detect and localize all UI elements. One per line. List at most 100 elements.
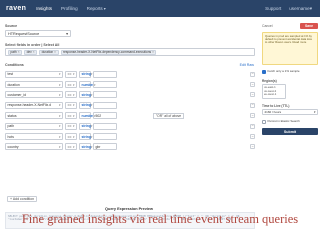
remove-condition-icon[interactable]: −: [250, 113, 255, 119]
condition-row: path ▾ == ▾ string ▾ −: [5, 122, 255, 130]
field-select[interactable]: hots ▾: [5, 133, 63, 141]
value-input[interactable]: [93, 101, 117, 109]
chevron-down-icon: ▾: [58, 92, 61, 97]
value-input[interactable]: 502: [93, 112, 117, 120]
field-value: country: [7, 144, 19, 149]
field-chip[interactable]: duration ×: [39, 49, 59, 55]
type-select[interactable]: string ▾: [79, 122, 92, 130]
operator-select[interactable]: == ▾: [65, 133, 77, 141]
close-icon[interactable]: ×: [54, 50, 56, 54]
chevron-down-icon: ▾: [58, 72, 61, 77]
value-input[interactable]: gbr: [93, 143, 117, 151]
submit-button[interactable]: Submit: [262, 128, 318, 135]
field-value: hots: [7, 134, 14, 139]
operator-value: ==: [67, 113, 72, 118]
chevron-down-icon: ▾: [103, 6, 106, 11]
value-input[interactable]: [93, 81, 117, 89]
chevron-down-icon: ▾: [72, 113, 75, 118]
persist-toggle[interactable]: Persist in Elastic Search: [262, 119, 318, 124]
chevron-down-icon: ▾: [72, 124, 75, 129]
field-value: path: [7, 124, 15, 129]
source-value: HTRequestSource: [8, 31, 40, 36]
app-logo[interactable]: raven: [6, 5, 26, 12]
nav-item-support[interactable]: Support: [265, 6, 281, 11]
user-menu[interactable]: username ▾: [289, 6, 312, 12]
add-condition-button[interactable]: + Add condition: [7, 196, 38, 202]
type-select[interactable]: string ▾: [79, 143, 92, 151]
fields-multiselect[interactable]: path × dev × duration × response-header-X-N…: [5, 48, 255, 56]
field-chip[interactable]: dev ×: [24, 49, 38, 55]
region-option[interactable]: eu-west-1: [264, 93, 284, 97]
field-select[interactable]: response-header-X-NetFlix.d ▾: [5, 101, 63, 109]
remove-condition-icon[interactable]: −: [250, 71, 255, 77]
cancel-button[interactable]: Cancel: [262, 24, 273, 28]
remove-condition-icon[interactable]: −: [250, 102, 255, 108]
operator-value: ==: [67, 144, 72, 149]
condition-row: hots ▾ == ▾ string ▾ −: [5, 132, 255, 141]
remove-condition-icon[interactable]: −: [250, 82, 255, 88]
operator-select[interactable]: == ▾: [65, 70, 77, 78]
or-group-toggle[interactable]: "OR" all of above: [153, 112, 185, 119]
chevron-down-icon: ▾: [72, 92, 75, 97]
nav-right: Support username ▾: [265, 6, 312, 12]
field-chip[interactable]: response-header-X-NetFlix-dependency-com…: [60, 49, 157, 55]
type-select[interactable]: string ▾: [79, 91, 92, 99]
close-icon[interactable]: ×: [33, 50, 35, 54]
close-icon[interactable]: ×: [18, 50, 20, 54]
operator-select[interactable]: == ▾: [65, 81, 77, 89]
source-label: Source: [5, 24, 18, 28]
query-editor: Source HTRequestSource ▾ Select fields i…: [4, 21, 256, 229]
type-value: string: [81, 103, 91, 108]
value-input[interactable]: [93, 133, 117, 141]
operator-select[interactable]: == ▾: [65, 143, 77, 151]
type-select[interactable]: string ▾: [79, 101, 92, 109]
remove-condition-icon[interactable]: −: [250, 144, 255, 150]
type-select[interactable]: string ▾: [79, 133, 92, 141]
chevron-down-icon: ▾: [58, 103, 61, 108]
field-select[interactable]: duration ▾: [5, 81, 63, 89]
nav-item-reports[interactable]: Reports ▾: [87, 6, 106, 11]
nav-item-profiling[interactable]: Profiling: [61, 6, 78, 11]
chevron-down-icon: ▾: [58, 144, 61, 149]
field-select[interactable]: test ▾: [5, 70, 63, 78]
operator-select[interactable]: == ▾: [65, 122, 77, 130]
operator-select[interactable]: == ▾: [65, 91, 77, 99]
query-preview-title: Query Expression Preview: [105, 207, 153, 211]
condition-row: test ▾ == ▾ string ▾ −: [5, 70, 255, 78]
chevron-down-icon: ▾: [58, 82, 61, 87]
condition-row: status ▾ == ▾ number ▾ 502 "OR" all of abov…: [5, 112, 255, 120]
type-value: string: [81, 144, 91, 149]
field-select[interactable]: country ▾: [5, 143, 63, 151]
checkbox-icon[interactable]: [262, 70, 266, 74]
value-input[interactable]: [93, 122, 117, 130]
chevron-down-icon: ▾: [313, 110, 316, 114]
operator-select[interactable]: == ▾: [65, 101, 77, 109]
nav-item-insights[interactable]: Insights: [36, 6, 52, 11]
type-select[interactable]: number ▾: [79, 112, 95, 120]
username-label: username: [289, 6, 310, 11]
source-select[interactable]: HTRequestSource ▾: [5, 30, 71, 37]
ttl-select[interactable]: 2160 / hours ▾: [262, 109, 318, 115]
operator-select[interactable]: == ▾: [65, 112, 77, 120]
edit-raw-link[interactable]: Edit Raw: [240, 63, 254, 67]
chevron-down-icon: ▾: [72, 144, 75, 149]
regions-list[interactable]: us-east-1 us-west-2 eu-west-1: [262, 84, 286, 99]
field-select[interactable]: customer_id ▾: [5, 91, 63, 99]
field-select[interactable]: path ▾: [5, 122, 63, 130]
close-icon[interactable]: ×: [152, 50, 154, 54]
value-input[interactable]: [93, 70, 117, 78]
field-select[interactable]: status ▾: [5, 112, 63, 120]
field-chip[interactable]: path ×: [8, 49, 23, 55]
value-input[interactable]: [93, 91, 117, 99]
type-value: string: [81, 72, 91, 77]
checkbox-icon[interactable]: [262, 120, 266, 124]
type-select[interactable]: number ▾: [79, 81, 95, 89]
remove-condition-icon[interactable]: −: [250, 123, 255, 129]
sample-toggle[interactable]: Fetch only a 1% sample: [262, 69, 318, 74]
type-select[interactable]: string ▾: [79, 70, 92, 78]
chevron-down-icon: ▾: [72, 103, 75, 108]
remove-condition-icon[interactable]: −: [250, 134, 255, 140]
operator-value: ==: [67, 103, 72, 108]
remove-condition-icon[interactable]: −: [250, 92, 255, 98]
save-button[interactable]: Save: [300, 23, 318, 29]
